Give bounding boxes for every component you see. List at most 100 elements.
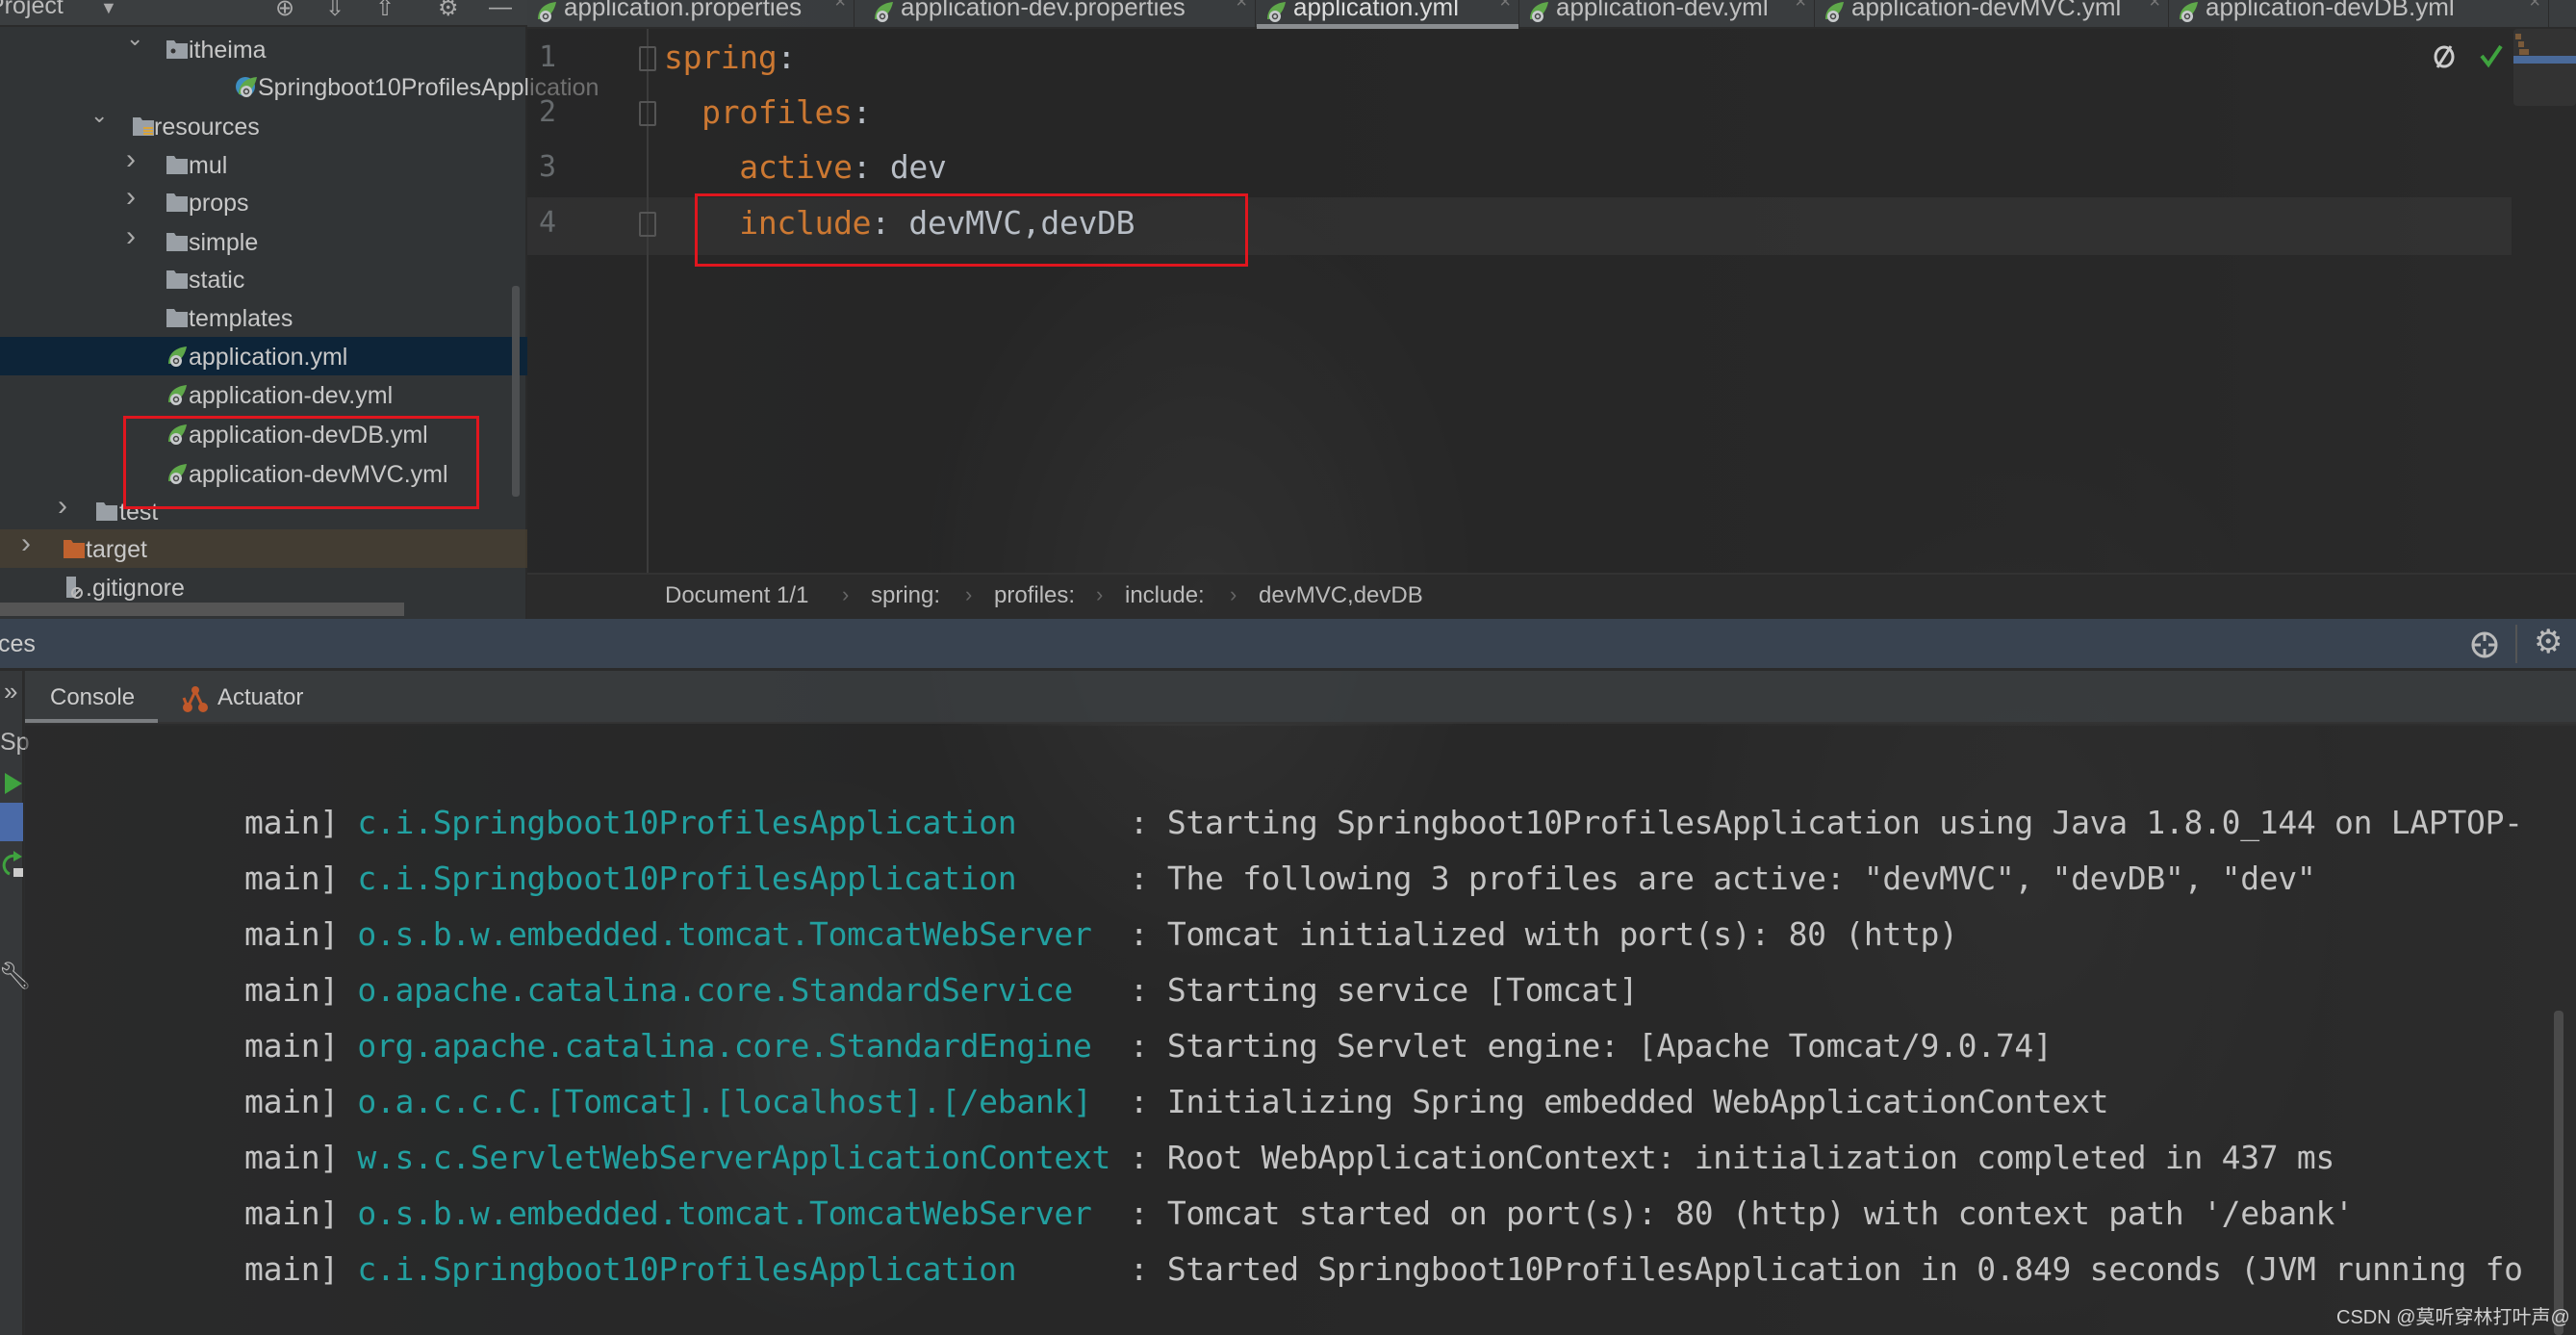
folder-icon [96,502,117,521]
project-panel-header: Project ▼ ⊕ ⇩ ⇧ ⚙ — [0,0,527,27]
console-scrollbar[interactable] [2554,1011,2563,1335]
chevron-right-icon[interactable]: › [126,220,136,253]
log-logger: o.s.b.w.embedded.tomcat.TomcatWebServer [357,915,1092,953]
minimize-icon[interactable]: — [489,0,512,21]
crosshair-icon[interactable] [2470,630,2499,659]
tab-application-dev-yml[interactable]: application-dev.yml × [1519,0,1815,29]
console-line: main] org.apache.catalina.core.StandardE… [244,1027,2053,1065]
log-thread: main] [244,804,339,841]
check-icon[interactable] [2479,43,2504,68]
chevron-down-icon[interactable]: ⌄ [90,103,108,128]
tab-actuator[interactable]: Actuator [217,684,303,711]
breadcrumb-item[interactable]: profiles: [994,582,1075,609]
tab-label: application.yml [1293,0,1459,21]
close-tab-icon[interactable]: × [1499,0,1511,13]
gear-icon[interactable]: ⚙ [2534,623,2563,661]
rerun-icon[interactable] [0,849,23,878]
tree-item[interactable]: application-dev.yml [0,375,527,414]
log-thread: main] [244,1083,339,1120]
chevron-right-icon[interactable]: › [21,527,31,560]
fold-start-icon[interactable] [639,46,656,71]
log-padding: : [1091,1083,1167,1120]
tree-item[interactable]: ⌄ resources [0,103,527,145]
tree-item-label: itheima [189,37,267,64]
tree-item-label: application-dev.yml [189,382,394,409]
expand-all-icon[interactable]: ⇩ [325,0,344,22]
tree-item[interactable]: Springboot10ProfilesApplication [0,67,599,106]
selected-service[interactable] [0,803,23,841]
tree-horizontal-scrollbar[interactable] [0,603,404,616]
tree-scrollbar[interactable] [512,286,520,497]
yaml-key: spring [664,39,778,76]
spring-yml-icon [2180,2,2198,22]
log-padding: : [1073,971,1167,1009]
close-tab-icon[interactable]: × [1236,0,1247,13]
chevron-right-icon[interactable]: › [58,490,67,523]
tab-label: application-dev.properties [901,0,1186,21]
breadcrumb-item[interactable]: include: [1125,582,1205,609]
close-tab-icon[interactable]: × [2529,0,2540,13]
collapse-all-icon[interactable]: ⇧ [375,0,395,22]
log-space [339,1250,358,1288]
run-icon[interactable] [3,771,24,796]
spring-yml-icon [1530,2,1548,22]
tree-item[interactable]: › target [0,527,527,568]
tab-label: application.properties [564,0,803,21]
services-toolstrip: Sp 🔧︎ [0,671,33,1335]
breadcrumb-item[interactable]: spring: [871,582,940,609]
spring-yml-icon [875,2,893,22]
dropdown-icon[interactable]: ▼ [100,0,117,18]
console-line: main] w.s.c.ServletWebServerApplicationC… [244,1139,2334,1176]
chevron-down-icon[interactable]: ⌄ [126,26,143,51]
tree-item[interactable]: › mul [0,143,527,184]
tab-application-yml[interactable]: application.yml × [1257,0,1519,29]
eye-slash-icon[interactable] [2431,43,2458,70]
breadcrumb-item[interactable]: Document 1/1 [665,582,808,609]
yaml-key: profiles [701,93,853,131]
tab-application-devDB-yml[interactable]: application-devDB.yml × [2169,0,2549,29]
breadcrumb-separator-icon: › [842,582,850,606]
error-stripe[interactable] [2513,29,2576,106]
tree-item[interactable]: ⌄ itheima [0,26,527,68]
more-tabs-button[interactable]: » [4,677,17,706]
tab-application-dev-properties[interactable]: application-dev.properties × [864,0,1256,29]
tree-item[interactable]: templates [0,298,527,337]
log-message: Started Springboot10ProfilesApplication … [1166,1250,2523,1288]
log-message: Root WebApplicationContext: initializati… [1166,1139,2335,1176]
log-space [339,1139,358,1176]
log-space [339,915,358,953]
chevron-right-icon[interactable]: › [126,143,136,176]
locate-icon[interactable]: ⊕ [275,0,294,22]
breadcrumb-separator-icon: › [1230,582,1237,606]
project-title[interactable]: Project [0,0,64,20]
log-logger: o.apache.catalina.core.StandardService [357,971,1073,1009]
console-line: main] o.s.b.w.embedded.tomcat.TomcatWebS… [244,1194,2354,1232]
fold-start-icon[interactable] [639,101,656,126]
log-message: Tomcat initialized with port(s): 80 (htt… [1166,915,1958,953]
tree-item[interactable]: static [0,260,527,298]
tree-item[interactable]: application.yml [0,337,527,375]
close-tab-icon[interactable]: × [1795,0,1806,13]
code-line: profiles: [664,93,871,131]
tab-application-devMVC-yml[interactable]: application-devMVC.yml × [1815,0,2169,29]
tree-item[interactable]: .gitignore [0,568,527,606]
highlight-box-tree [123,416,479,509]
tree-item[interactable]: › simple [0,220,527,261]
close-tab-icon[interactable]: × [2149,0,2160,13]
log-logger: c.i.Springboot10ProfilesApplication [357,860,1017,897]
chevron-right-icon[interactable]: › [126,181,136,214]
yaml-separator: : [777,39,796,76]
close-tab-icon[interactable]: × [834,0,846,13]
fold-end-icon[interactable] [639,212,656,237]
spring-boot-class-icon [236,77,257,97]
tree-item[interactable]: › props [0,181,527,221]
console-line: main] c.i.Springboot10ProfilesApplicatio… [244,1250,2523,1288]
folder-icon [166,270,188,289]
folder-icon [166,156,188,174]
tab-application-properties[interactable]: application.properties × [527,0,854,29]
tab-console[interactable]: Console [50,684,135,711]
gear-icon[interactable]: ⚙ [438,0,459,22]
log-padding: : [1110,1139,1167,1176]
line-number: 1 [539,40,557,74]
breadcrumb-item[interactable]: devMVC,devDB [1259,582,1423,609]
